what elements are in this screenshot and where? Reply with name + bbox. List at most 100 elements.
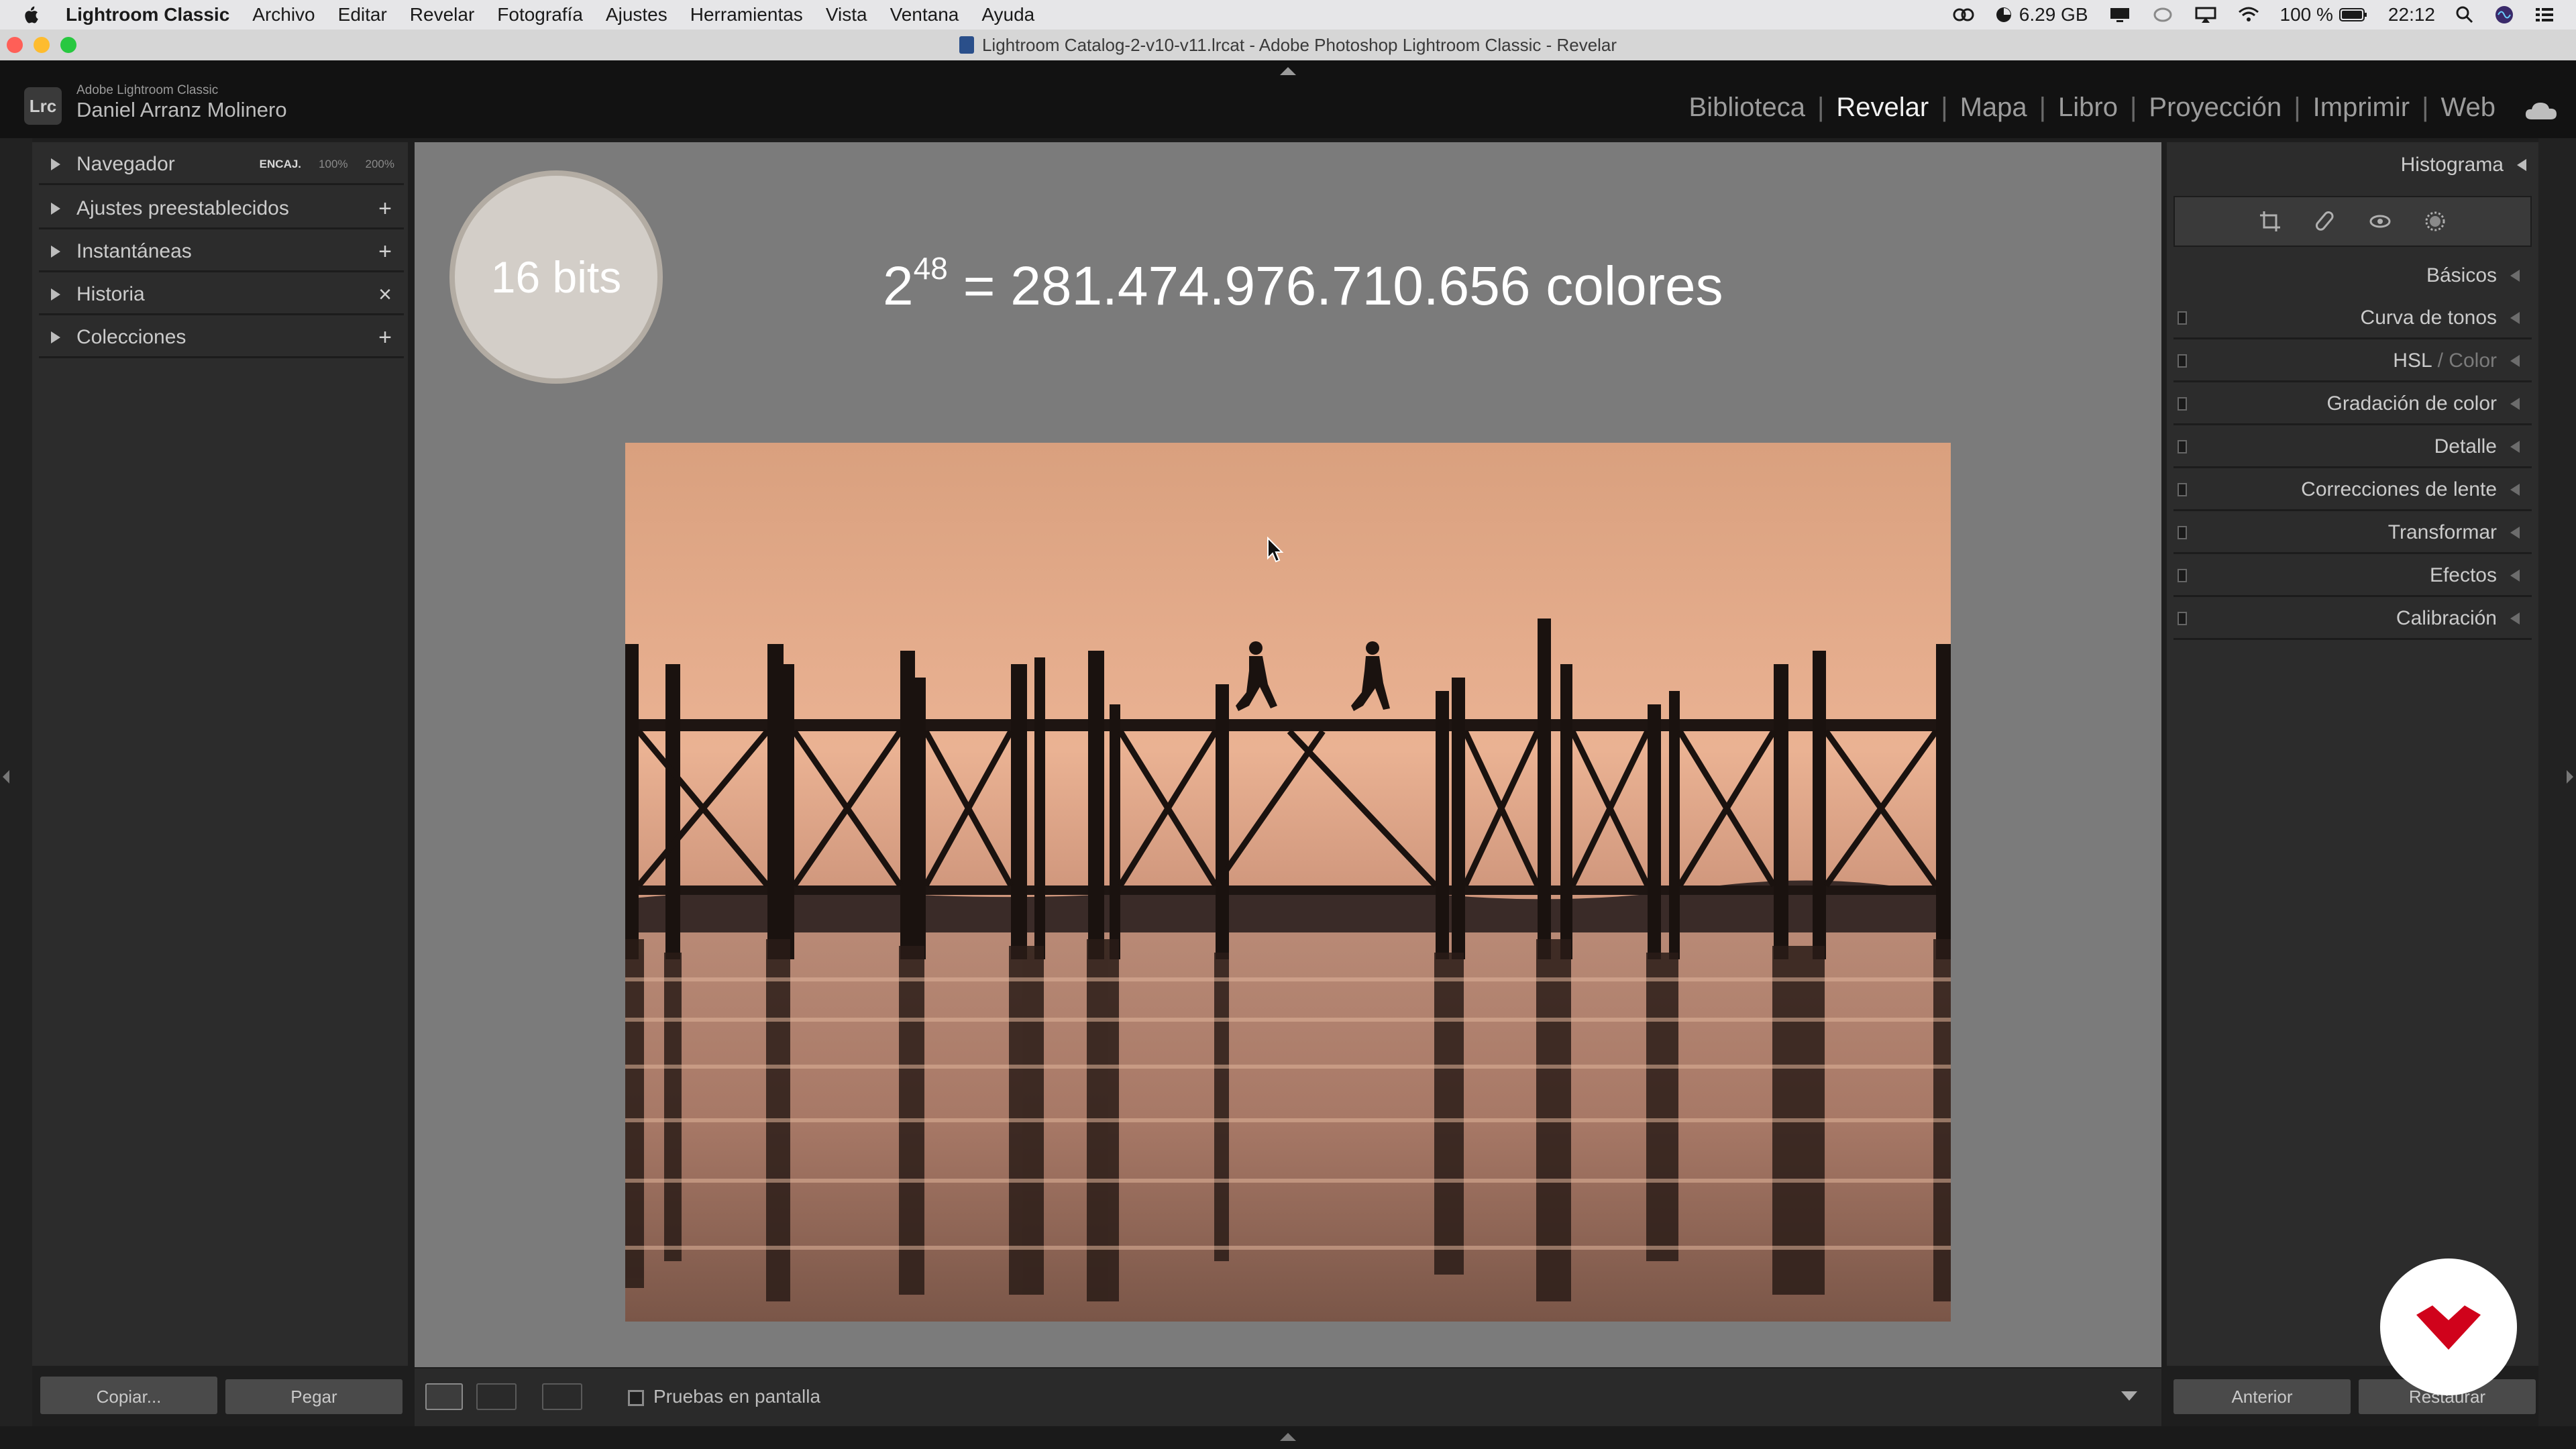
menu-editar[interactable]: Editar: [338, 4, 387, 25]
disclosure-triangle-icon: [51, 202, 60, 215]
panel-efectos[interactable]: Efectos: [2174, 555, 2532, 597]
toolbar-options-dropdown-icon[interactable]: [2121, 1391, 2137, 1401]
panel-gradacion-de-color[interactable]: Gradación de color: [2174, 384, 2532, 425]
panel-title: Básicos: [2426, 264, 2497, 286]
panel-title-secondary[interactable]: / Color: [2438, 350, 2497, 372]
siri-icon[interactable]: [2494, 5, 2514, 25]
zoom-100-option[interactable]: 100%: [319, 158, 347, 171]
right-panel: Histograma Básicos Curva de tonos HSL / …: [2167, 142, 2538, 1366]
menu-app-name[interactable]: Lightroom Classic: [66, 4, 229, 25]
panel-basicos[interactable]: Básicos: [2174, 255, 2532, 297]
panel-title: Colecciones: [76, 325, 186, 348]
clear-history-icon[interactable]: ×: [378, 283, 392, 306]
red-eye-tool-icon[interactable]: [2367, 209, 2393, 234]
display-icon[interactable]: [2108, 6, 2131, 23]
right-edge-strip[interactable]: [2538, 138, 2576, 1426]
copy-settings-button[interactable]: Copiar...: [40, 1379, 217, 1414]
panel-curva-de-tonos[interactable]: Curva de tonos: [2174, 298, 2532, 339]
before-after-view-icon[interactable]: [476, 1383, 517, 1410]
develop-tool-strip: [2174, 196, 2532, 247]
panel-toggle-switch[interactable]: [2178, 397, 2187, 411]
menu-archivo[interactable]: Archivo: [252, 4, 315, 25]
creative-cloud-icon[interactable]: [1952, 6, 1975, 23]
panel-toggle-switch[interactable]: [2178, 569, 2187, 582]
close-window-button[interactable]: [7, 37, 23, 53]
panel-calibracion[interactable]: Calibración: [2174, 598, 2532, 640]
panel-hsl-color[interactable]: HSL / Color: [2174, 341, 2532, 382]
panel-toggle-switch[interactable]: [2178, 612, 2187, 625]
memory-indicator[interactable]: 6.29 GB: [1995, 4, 2088, 25]
menu-vista[interactable]: Vista: [826, 4, 867, 25]
panel-title[interactable]: HSL: [2393, 350, 2432, 372]
module-imprimir[interactable]: Imprimir: [2313, 93, 2410, 123]
vpn-icon[interactable]: [2151, 6, 2174, 23]
zoom-200-option[interactable]: 200%: [366, 158, 394, 171]
menu-fotografia[interactable]: Fotografía: [497, 4, 583, 25]
window-title: Lightroom Catalog-2-v10-v11.lrcat - Adob…: [981, 34, 1617, 55]
panel-title: Correcciones de lente: [2301, 478, 2497, 500]
panel-navegador[interactable]: Navegador ENCAJ. 100% 200%: [39, 145, 404, 185]
module-revelar[interactable]: Revelar: [1836, 93, 1929, 123]
panel-toggle-switch[interactable]: [2178, 354, 2187, 368]
minimize-window-button[interactable]: [34, 37, 50, 53]
module-libro[interactable]: Libro: [2058, 93, 2118, 123]
zoom-fit-option[interactable]: ENCAJ.: [260, 158, 301, 171]
navigator-zoom-options: ENCAJ. 100% 200%: [242, 158, 394, 171]
zoom-window-button[interactable]: [60, 37, 76, 53]
masking-tool-icon[interactable]: [2422, 209, 2448, 234]
previous-settings-button[interactable]: Anterior: [2174, 1379, 2351, 1414]
crop-tool-icon[interactable]: [2257, 209, 2283, 234]
menu-ajustes[interactable]: Ajustes: [606, 4, 667, 25]
spotlight-search-icon[interactable]: [2455, 5, 2474, 24]
before-after-mode-icon[interactable]: [542, 1383, 582, 1410]
apple-menu-icon[interactable]: [21, 5, 42, 25]
panel-historia[interactable]: Historia ×: [39, 275, 404, 315]
airplay-icon[interactable]: [2194, 6, 2217, 23]
loupe-view-icon[interactable]: [425, 1383, 463, 1410]
battery-indicator[interactable]: 100 %: [2280, 4, 2368, 25]
panel-toggle-switch[interactable]: [2178, 440, 2187, 453]
menu-ventana[interactable]: Ventana: [890, 4, 959, 25]
collapse-triangle-icon: [2510, 569, 2520, 582]
panel-title: Curva de tonos: [2360, 306, 2497, 329]
panel-histograma[interactable]: Histograma: [2167, 142, 2538, 188]
module-web[interactable]: Web: [2440, 93, 2496, 123]
collapse-left-panel-icon[interactable]: [1, 769, 11, 785]
add-preset-icon[interactable]: +: [378, 197, 392, 220]
left-edge-strip[interactable]: [0, 138, 32, 1426]
panel-toggle-switch[interactable]: [2178, 526, 2187, 539]
panel-transformar[interactable]: Transformar: [2174, 513, 2532, 554]
battery-icon: [2339, 8, 2367, 21]
collapse-triangle-icon: [2510, 440, 2520, 453]
panel-instantaneas[interactable]: Instantáneas +: [39, 232, 404, 272]
panel-title: Gradación de color: [2326, 392, 2497, 415]
menu-ayuda[interactable]: Ayuda: [981, 4, 1034, 25]
filmstrip-collapsed-bar[interactable]: [0, 1426, 2576, 1449]
panel-toggle-switch[interactable]: [2178, 311, 2187, 325]
paste-settings-button[interactable]: Pegar: [225, 1379, 402, 1414]
menu-revelar[interactable]: Revelar: [410, 4, 474, 25]
collapse-top-panel-icon[interactable]: [1279, 66, 1297, 76]
catalog-file-icon: [959, 36, 974, 54]
add-collection-icon[interactable]: +: [378, 326, 392, 349]
module-proyeccion[interactable]: Proyección: [2149, 93, 2282, 123]
soft-proof-checkbox[interactable]: [628, 1390, 644, 1406]
panel-title: Instantáneas: [76, 239, 192, 262]
cloud-sync-icon[interactable]: [2524, 101, 2559, 121]
panel-colecciones[interactable]: Colecciones +: [39, 318, 404, 358]
panel-ajustes-preestablecidos[interactable]: Ajustes preestablecidos +: [39, 189, 404, 229]
expand-filmstrip-icon[interactable]: [1279, 1432, 1297, 1442]
panel-toggle-switch[interactable]: [2178, 483, 2187, 496]
module-mapa[interactable]: Mapa: [1960, 93, 2027, 123]
wifi-icon[interactable]: [2237, 6, 2260, 23]
panel-correcciones-de-lente[interactable]: Correcciones de lente: [2174, 470, 2532, 511]
add-snapshot-icon[interactable]: +: [378, 240, 392, 263]
module-biblioteca[interactable]: Biblioteca: [1689, 93, 1805, 123]
menu-herramientas[interactable]: Herramientas: [690, 4, 803, 25]
control-center-icon[interactable]: [2534, 6, 2555, 23]
spot-removal-tool-icon[interactable]: [2312, 209, 2338, 234]
clock[interactable]: 22:12: [2388, 4, 2435, 25]
panel-detalle[interactable]: Detalle: [2174, 427, 2532, 468]
lightroom-window: Lightroom Classic Archivo Editar Revelar…: [0, 0, 2576, 1449]
collapse-right-panel-icon[interactable]: [2565, 769, 2575, 785]
